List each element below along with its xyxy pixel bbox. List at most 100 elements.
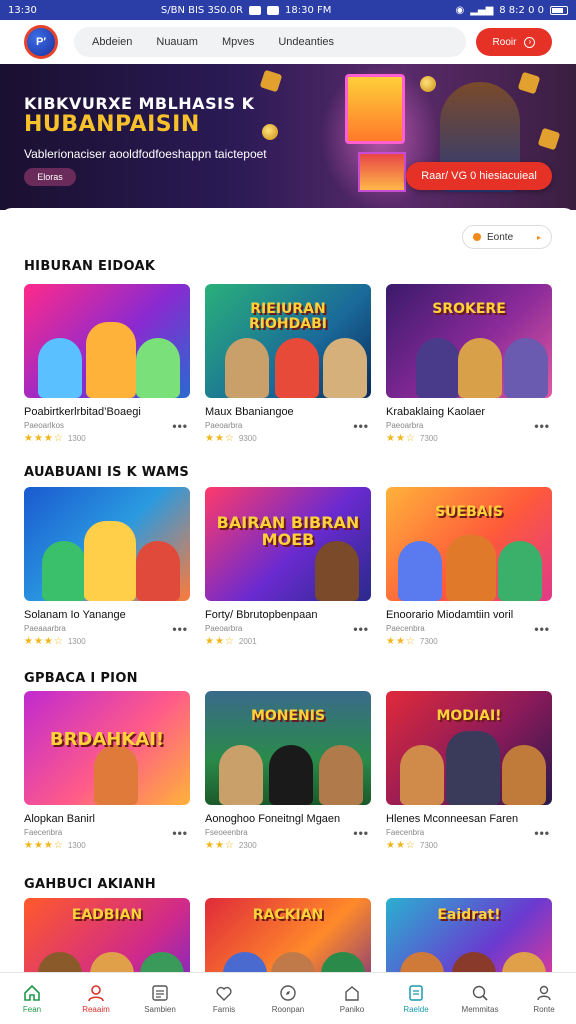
- filter-chip[interactable]: Eonte ▸: [462, 225, 552, 249]
- filter-dot-icon: [473, 233, 481, 241]
- card-title: Alopkan Banirl: [24, 813, 95, 825]
- more-options-icon[interactable]: •••: [172, 826, 188, 840]
- card-rating-count: 1300: [67, 841, 86, 850]
- game-card[interactable]: RIEIURAN RIOHDABI Maux Bbaniangoe Paeoar…: [205, 284, 371, 444]
- more-options-icon[interactable]: •••: [534, 826, 550, 840]
- list-icon: [151, 984, 169, 1002]
- bottom-nav-item[interactable]: Fean: [0, 973, 64, 1024]
- card-subtitle: Paeoarbra: [386, 421, 424, 430]
- more-options-icon[interactable]: •••: [534, 622, 550, 636]
- game-card[interactable]: BAIRAN BIBRAN MOEB Forty/ Bbrutopbenpaan…: [205, 487, 371, 647]
- game-card[interactable]: BRDAHKAI! Alopkan Banirl Faecenbra ★★★☆ 1…: [24, 691, 190, 851]
- bottom-navigation: Fean Reaaim Sambien Farnis Roonpan Panik…: [0, 972, 576, 1024]
- card-subtitle: Paeoarbra: [205, 421, 243, 430]
- home-icon: [23, 984, 41, 1002]
- hero-screen-art: [345, 74, 405, 144]
- notification-icon: [249, 5, 262, 15]
- header-cta-button[interactable]: Rooir ›: [476, 28, 552, 56]
- hero-banner[interactable]: KIBKVURXE MBLHASIS K HUBANPAISIN Vableri…: [0, 64, 576, 210]
- bottom-nav-item[interactable]: Roonpan: [256, 973, 320, 1024]
- game-thumbnail: [24, 284, 190, 398]
- bottom-nav-item[interactable]: Paniko: [320, 973, 384, 1024]
- hero-title: KIBKVURXE MBLHASIS K: [24, 94, 255, 113]
- bottom-nav-item[interactable]: Ronte: [512, 973, 576, 1024]
- nav-menu: Abdeien Nuauam Mpves Undeanties: [74, 27, 466, 57]
- rating-stars-icon: ★★★☆: [24, 840, 64, 851]
- card-title: Forty/ Bbrutopbenpaan: [205, 609, 318, 621]
- card-rating-count: 7300: [419, 637, 438, 646]
- section-title: GPBACA I PION: [24, 671, 138, 686]
- card-title: Solanam Io Yanange: [24, 609, 126, 621]
- cube-icon: [259, 69, 283, 93]
- status-center: S/BN BIS 3S0.0R 18:30 FM: [161, 5, 332, 16]
- bottom-nav-item[interactable]: Sambien: [128, 973, 192, 1024]
- hero-tag[interactable]: Eloras: [24, 168, 76, 186]
- card-subtitle: Paeaaarbra: [24, 624, 66, 633]
- card-subtitle: Paecenbra: [386, 624, 425, 633]
- bottom-nav-item[interactable]: Memmitas: [448, 973, 512, 1024]
- top-navigation: P′ Abdeien Nuauam Mpves Undeanties Rooir…: [0, 20, 576, 64]
- status-bar: 13:30 S/BN BIS 3S0.0R 18:30 FM ◉ ▂▄▆ 8 8…: [0, 0, 576, 20]
- card-title: Maux Bbaniangoe: [205, 406, 294, 418]
- game-card[interactable]: MONENIS Aonoghoo Foneitngl Mgaen Fseoeen…: [205, 691, 371, 851]
- coin-icon: [420, 76, 436, 92]
- rating-stars-icon: ★★★☆: [24, 433, 64, 444]
- card-title: Krabaklaing Kaolaer: [386, 406, 486, 418]
- hero-screen-art-2: [358, 152, 406, 192]
- nav-item-4[interactable]: Undeanties: [278, 36, 334, 48]
- game-thumbnail: SROKERE: [386, 284, 552, 398]
- game-thumbnail: MODIAI!: [386, 691, 552, 805]
- card-title: Aonoghoo Foneitngl Mgaen: [205, 813, 341, 825]
- rating-stars-icon: ★★★☆: [24, 636, 64, 647]
- game-card[interactable]: Poabirtkerlrbitad’Boaegi Paeoarlkos ★★★☆…: [24, 284, 190, 444]
- location-icon: ◉: [455, 4, 465, 16]
- compass-icon: [279, 984, 297, 1002]
- nav-item-3[interactable]: Mpves: [222, 36, 254, 48]
- card-subtitle: Paeoarlkos: [24, 421, 65, 430]
- card-subtitle: Faecenbra: [24, 828, 63, 837]
- game-card[interactable]: Solanam Io Yanange Paeaaarbra ★★★☆ 1300 •…: [24, 487, 190, 647]
- game-thumbnail: BAIRAN BIBRAN MOEB: [205, 487, 371, 601]
- game-thumbnail: MONENIS: [205, 691, 371, 805]
- profile-icon: [535, 984, 553, 1002]
- more-options-icon[interactable]: •••: [353, 826, 369, 840]
- main-content: Eonte ▸ HIBURAN EIDOAK Poabirtkerlrbitad…: [0, 208, 576, 1012]
- user-icon: [87, 984, 105, 1002]
- card-title: Hlenes Mconneesan Faren: [386, 813, 519, 825]
- game-thumbnail: RIEIURAN RIOHDABI: [205, 284, 371, 398]
- nav-item-1[interactable]: Abdeien: [92, 36, 132, 48]
- card-title: Poabirtkerlrbitad’Boaegi: [24, 406, 141, 418]
- card-title: Enoorario Miodamtiin voril: [386, 609, 514, 621]
- game-card[interactable]: MODIAI! Hlenes Mconneesan Faren Faecenbr…: [386, 691, 552, 851]
- status-text-2: 18:30 FM: [285, 4, 332, 16]
- cube-icon: [537, 127, 561, 151]
- status-text-1: S/BN BIS 3S0.0R: [160, 4, 244, 16]
- bottom-nav-item[interactable]: Reaaim: [64, 973, 128, 1024]
- coin-icon: [262, 124, 278, 140]
- search-icon: [471, 984, 489, 1002]
- hero-cta-button[interactable]: Raar/ VG 0 hiesiacuieal: [406, 162, 552, 190]
- rating-stars-icon: ★★☆: [386, 840, 416, 851]
- game-card[interactable]: SROKERE Krabaklaing Kaolaer Paeoarbra ★★…: [386, 284, 552, 444]
- more-options-icon[interactable]: •••: [534, 419, 550, 433]
- card-subtitle: Faecenbra: [386, 828, 425, 837]
- bottom-nav-item[interactable]: Farnis: [192, 973, 256, 1024]
- card-rating-count: 1300: [67, 637, 86, 646]
- card-rating-count: 7300: [419, 434, 438, 443]
- card-subtitle: Paeoarbra: [205, 624, 243, 633]
- more-options-icon[interactable]: •••: [353, 419, 369, 433]
- game-card[interactable]: SUEBAIS Enoorario Miodamtiin voril Paece…: [386, 487, 552, 647]
- more-options-icon[interactable]: •••: [353, 622, 369, 636]
- message-icon: [267, 5, 280, 15]
- card-rating-count: 2001: [238, 637, 257, 646]
- more-options-icon[interactable]: •••: [172, 419, 188, 433]
- card-subtitle: Fseoeenbra: [205, 828, 248, 837]
- hero-title-highlight: HUBANPAISIN: [24, 112, 200, 137]
- nav-item-2[interactable]: Nuauam: [156, 36, 198, 48]
- hero-subtitle: Vablerionaciser aooldfodfoeshappn taicte…: [24, 147, 267, 161]
- more-options-icon[interactable]: •••: [172, 622, 188, 636]
- bottom-nav-item[interactable]: Raelde: [384, 973, 448, 1024]
- house-outline-icon: [343, 984, 361, 1002]
- status-time: 13:30: [8, 4, 37, 16]
- app-logo[interactable]: P′: [24, 25, 58, 59]
